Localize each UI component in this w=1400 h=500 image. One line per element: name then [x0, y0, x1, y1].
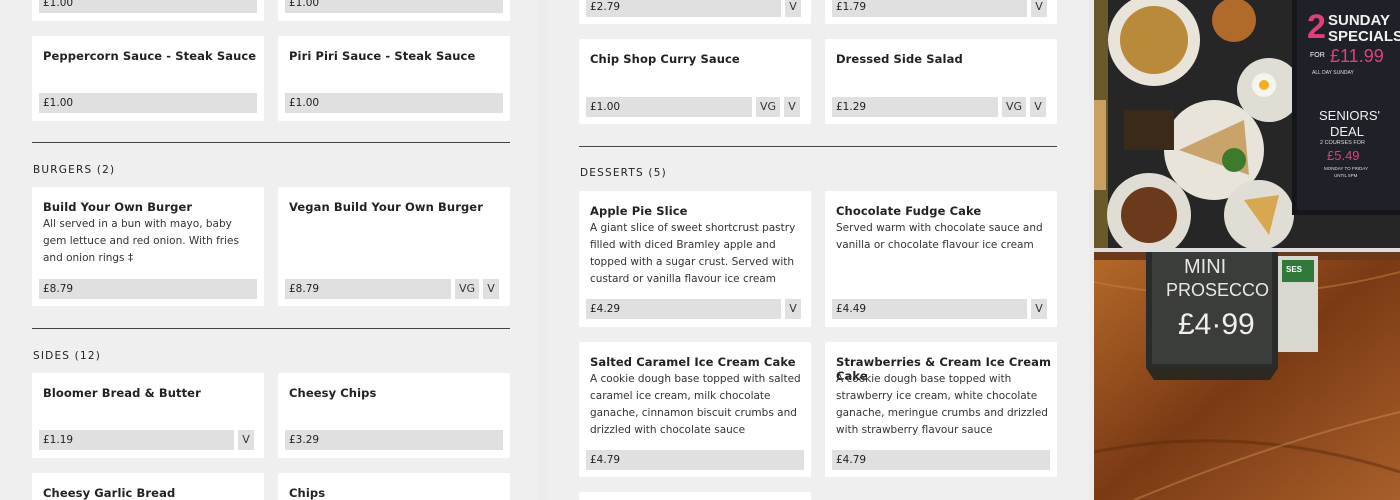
vegetarian-tag: V: [1030, 97, 1046, 117]
prosecco-line-1: MINI: [1184, 256, 1227, 278]
item-description: A cookie dough base topped with salted c…: [590, 373, 801, 436]
menu-item-card[interactable]: Peppercorn Sauce - Steak Sauce £1.00: [32, 36, 264, 121]
item-name: Bloomer Bread & Butter: [43, 386, 201, 400]
item-name: Chocolate Fudge Cake: [836, 204, 982, 218]
vegetarian-tag: V: [785, 0, 801, 17]
menu-item-card[interactable]: [579, 492, 811, 500]
item-name: Chips: [289, 486, 326, 500]
vegetarian-tag: V: [1031, 299, 1047, 319]
seniors-price: £5.49: [1327, 148, 1360, 163]
prosecco-price: £4·99: [1178, 308, 1255, 341]
item-description: A giant slice of sweet shortcrust pastry…: [590, 222, 796, 285]
section-divider: [32, 142, 510, 143]
section-heading-sides: SIDES (12): [33, 350, 102, 362]
section-heading-burgers: BURGERS (2): [33, 164, 116, 176]
price-label: £4.49: [832, 299, 1027, 319]
vegetarian-tag: V: [483, 279, 499, 299]
menu-item-card[interactable]: £2.79 V: [579, 0, 811, 24]
price-label: £4.79: [586, 450, 804, 470]
section-divider: [32, 328, 510, 329]
card-corner-text: SES: [1286, 265, 1303, 274]
deal-label: DEAL: [1330, 124, 1364, 139]
specials-number: 2: [1307, 8, 1326, 46]
menu-item-card[interactable]: Bloomer Bread & Butter £1.19 V: [32, 373, 264, 458]
menu-item-card[interactable]: Strawberries & Cream Ice Cream Cake A co…: [825, 342, 1057, 477]
vegetarian-tag: V: [238, 430, 254, 450]
item-name: Cheesy Garlic Bread: [43, 486, 176, 500]
item-name: Piri Piri Sauce - Steak Sauce: [289, 49, 476, 63]
specials-for-label: FOR: [1310, 52, 1325, 59]
price-label: £1.00: [39, 0, 257, 13]
menu-item-card[interactable]: Build Your Own Burger All served in a bu…: [32, 187, 264, 306]
menu-item-card[interactable]: Piri Piri Sauce - Steak Sauce £1.00: [278, 36, 510, 121]
item-name: Build Your Own Burger: [43, 200, 193, 214]
price-label: £1.79: [832, 0, 1027, 17]
seniors-label: SENIORS': [1319, 108, 1380, 123]
prosecco-line-2: PROSECCO: [1166, 280, 1270, 300]
mini-prosecco-photo: MINI PROSECCO £4·99 SES: [1094, 252, 1400, 500]
item-name: Vegan Build Your Own Burger: [289, 200, 483, 214]
item-name: Apple Pie Slice: [590, 204, 688, 218]
sunday-specials-photo: 2 SUNDAY SPECIALS FOR £11.99 ALL DAY SUN…: [1094, 0, 1400, 248]
vegetarian-tag: V: [784, 97, 800, 117]
menu-item-card[interactable]: Chip Shop Curry Sauce £1.00 VG V: [579, 39, 811, 124]
menu-item-card[interactable]: £1.79 V: [825, 0, 1057, 24]
menu-column-left: £1.00 £1.00 Peppercorn Sauce - Steak Sau…: [0, 0, 537, 500]
vegan-tag: VG: [756, 97, 780, 117]
price-label: £1.00: [285, 93, 503, 113]
courses-label: 2 COURSES FOR: [1320, 140, 1365, 146]
item-description: Served warm with chocolate sauce and van…: [836, 222, 1043, 251]
price-label: £1.29: [832, 97, 998, 117]
specials-all-day: ALL DAY SUNDAY: [1312, 70, 1354, 76]
specials-price: £11.99: [1330, 46, 1384, 66]
section-divider: [579, 146, 1057, 147]
vegan-tag: VG: [1002, 97, 1026, 117]
item-name: Cheesy Chips: [289, 386, 377, 400]
section-heading-desserts: DESSERTS (5): [580, 167, 667, 179]
seniors-until: UNTIL 5PM: [1334, 173, 1358, 178]
price-label: £8.79: [39, 279, 257, 299]
seniors-days: MONDAY TO FRIDAY: [1324, 166, 1369, 171]
price-label: £1.00: [586, 97, 752, 117]
vegan-tag: VG: [455, 279, 479, 299]
menu-item-card[interactable]: Cheesy Chips £3.29: [278, 373, 510, 458]
menu-item-card[interactable]: Chips: [278, 473, 510, 500]
item-description: All served in a bun with mayo, baby gem …: [43, 218, 239, 264]
item-name: Peppercorn Sauce - Steak Sauce: [43, 49, 257, 63]
menu-item-card[interactable]: Chocolate Fudge Cake Served warm with ch…: [825, 191, 1057, 327]
price-label: £1.19: [39, 430, 234, 450]
vegetarian-tag: V: [1031, 0, 1047, 17]
vegetarian-tag: V: [785, 299, 801, 319]
specials-line-1: SUNDAY: [1328, 12, 1390, 29]
specials-line-2: SPECIALS: [1328, 28, 1400, 45]
price-label: £3.29: [285, 430, 503, 450]
menu-item-card[interactable]: Vegan Build Your Own Burger £8.79 VG V: [278, 187, 510, 306]
item-name: Salted Caramel Ice Cream Cake: [590, 355, 796, 369]
menu-column-right: £2.79 V £1.79 V Chip Shop Curry Sauce £1…: [548, 0, 1089, 500]
price-label: £1.00: [39, 93, 257, 113]
menu-item-card[interactable]: Apple Pie Slice A giant slice of sweet s…: [579, 191, 811, 327]
menu-item-card[interactable]: £1.00: [278, 0, 510, 21]
item-name: Dressed Side Salad: [836, 52, 963, 66]
menu-item-card[interactable]: Cheesy Garlic Bread: [32, 473, 264, 500]
menu-item-card[interactable]: £1.00: [32, 0, 264, 21]
price-label: £8.79: [285, 279, 451, 299]
menu-item-card[interactable]: Dressed Side Salad £1.29 VG V: [825, 39, 1057, 124]
item-description: A cookie dough base topped with strawber…: [836, 373, 1048, 436]
menu-item-card[interactable]: Salted Caramel Ice Cream Cake A cookie d…: [579, 342, 811, 477]
item-name: Chip Shop Curry Sauce: [590, 52, 740, 66]
price-label: £2.79: [586, 0, 781, 17]
price-label: £1.00: [285, 0, 503, 13]
price-label: £4.29: [586, 299, 781, 319]
price-label: £4.79: [832, 450, 1050, 470]
